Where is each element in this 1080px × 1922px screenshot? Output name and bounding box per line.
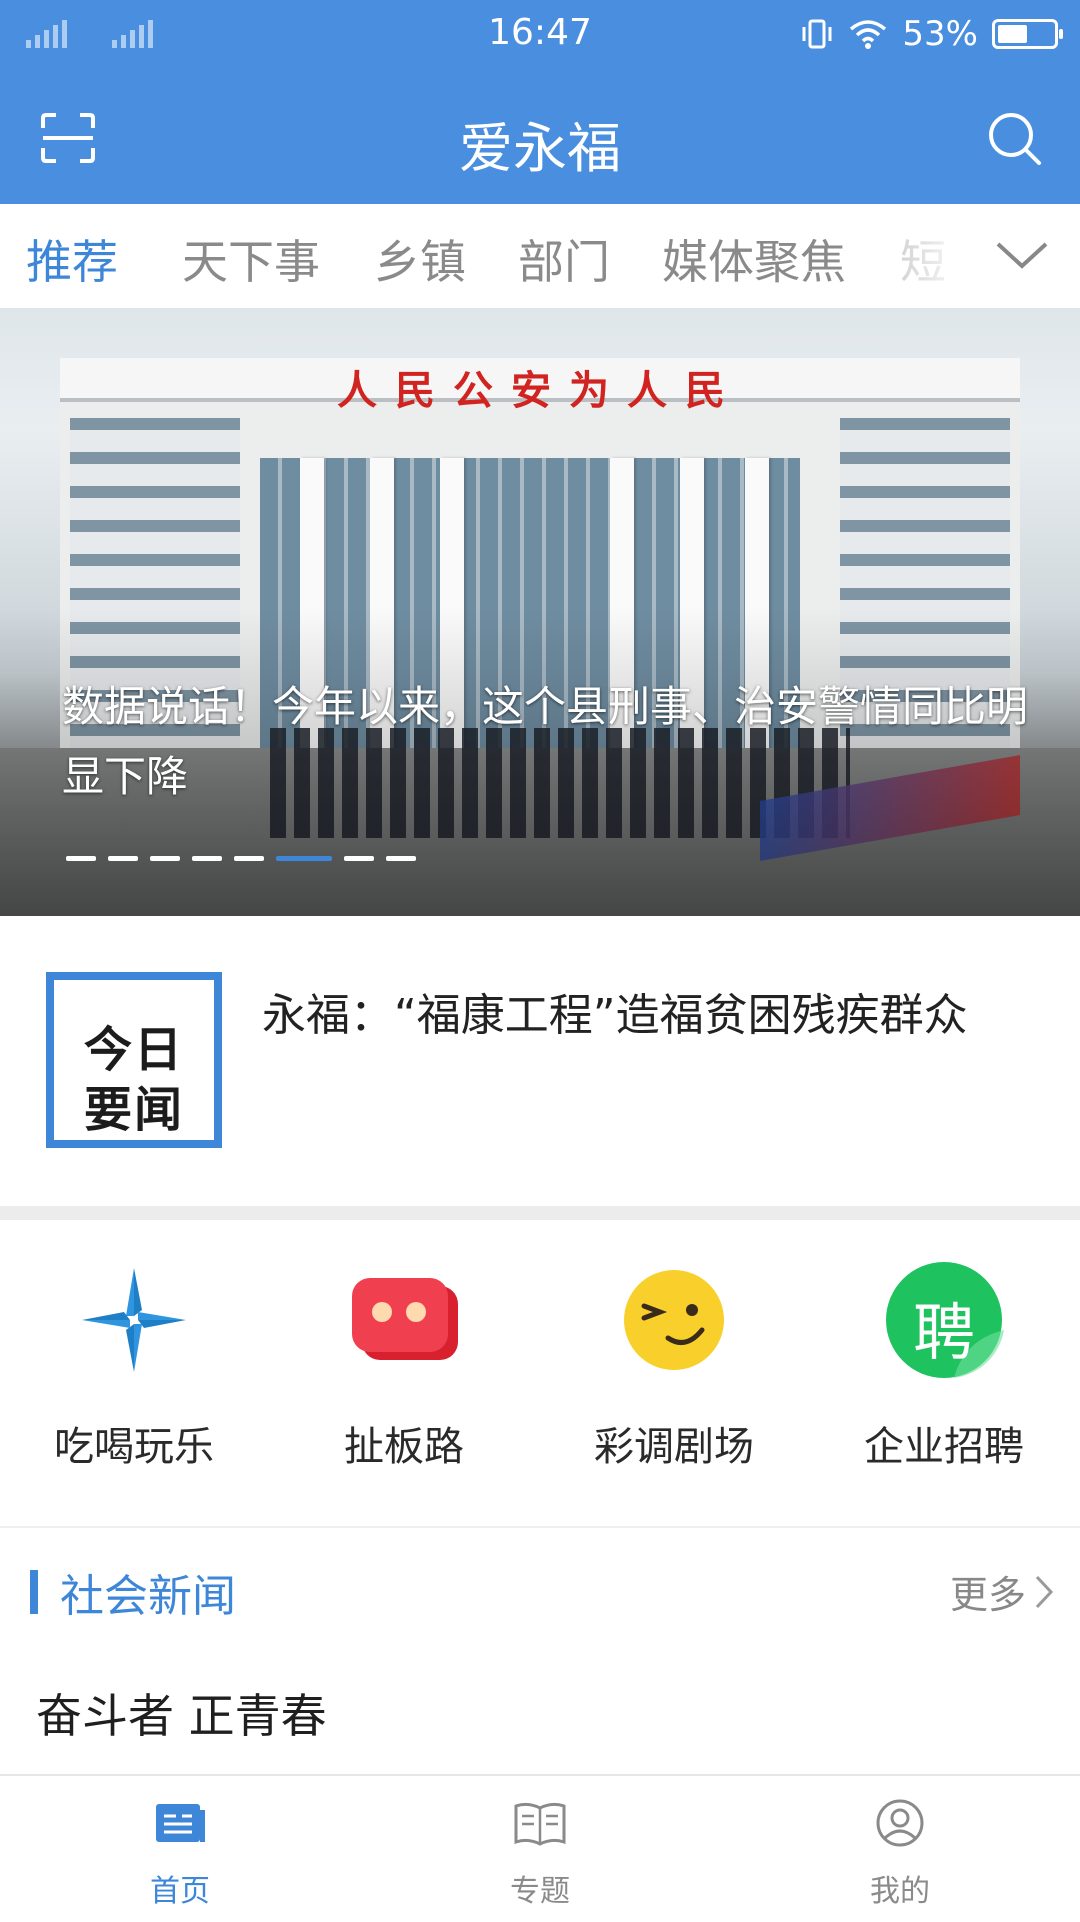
nav-home[interactable]: 首页 xyxy=(80,1798,280,1910)
home-news-icon xyxy=(156,1804,205,1842)
battery-icon xyxy=(992,19,1063,49)
book-icon xyxy=(514,1802,566,1846)
nav-label: 首页 xyxy=(150,1874,210,1909)
carousel-indicator xyxy=(66,856,416,861)
carousel-dot xyxy=(386,856,416,861)
carousel-dot xyxy=(150,856,180,861)
tab-world[interactable]: 天下事 xyxy=(182,226,320,292)
nav-label: 专题 xyxy=(510,1874,570,1909)
shortcut-grid: 吃喝玩乐 扯板路 彩调剧场 聘 企业招聘 xyxy=(0,1220,1080,1526)
nav-topics[interactable]: 专题 xyxy=(440,1798,640,1910)
vibrate-icon xyxy=(802,19,832,49)
shortcut-opera[interactable]: 彩调剧场 xyxy=(574,1260,774,1472)
category-tabs: 推荐 天下事 乡镇 部门 媒体聚焦 短 xyxy=(0,204,1080,308)
headline-card[interactable]: 今日 要闻 永福：“福康工程”造福贫困残疾群众 xyxy=(0,916,1080,1206)
carousel-dot xyxy=(192,856,222,861)
carousel-dot xyxy=(234,856,264,861)
nav-mine[interactable]: 我的 xyxy=(800,1798,1000,1910)
app-bar: 爱永福 xyxy=(0,72,1080,204)
shortcut-label: 企业招聘 xyxy=(864,1424,1024,1470)
wink-face-icon xyxy=(614,1260,734,1380)
chevron-right-icon xyxy=(1035,1575,1054,1608)
today-news-badge: 今日 要闻 xyxy=(46,972,222,1148)
app-title: 爱永福 xyxy=(459,117,621,180)
badge-line-2: 要闻 xyxy=(83,1082,184,1138)
tab-fade xyxy=(880,204,990,308)
shortcut-label: 彩调剧场 xyxy=(594,1424,754,1470)
shortcut-label: 扯板路 xyxy=(344,1424,464,1470)
section-accent-bar xyxy=(30,1570,38,1614)
headline-text[interactable]: 永福：“福康工程”造福贫困残疾群众 xyxy=(262,980,1052,1052)
building-sign: 人民公安为人民 xyxy=(337,368,743,414)
wifi-icon xyxy=(850,20,887,49)
more-link[interactable]: 更多 xyxy=(950,1564,1054,1619)
nav-label: 我的 xyxy=(870,1874,930,1909)
recruit-icon: 聘 xyxy=(884,1260,1004,1380)
carousel-dot xyxy=(344,856,374,861)
shortcut-chat[interactable]: 扯板路 xyxy=(304,1260,504,1472)
tab-recommend[interactable]: 推荐 xyxy=(26,226,118,292)
status-bar: 16:47 53% xyxy=(0,0,1080,72)
chat-bubble-icon xyxy=(344,1260,464,1380)
section-divider xyxy=(0,1206,1080,1220)
tab-media-focus[interactable]: 媒体聚焦 xyxy=(662,226,846,292)
profile-icon xyxy=(876,1799,924,1847)
bottom-nav: 首页 专题 我的 xyxy=(0,1774,1080,1922)
tab-departments[interactable]: 部门 xyxy=(518,226,610,292)
search-icon[interactable] xyxy=(984,108,1044,168)
shortcut-label: 吃喝玩乐 xyxy=(54,1424,214,1470)
more-label: 更多 xyxy=(949,1573,1026,1617)
chevron-down-icon[interactable] xyxy=(994,234,1050,274)
carousel-dot xyxy=(276,856,332,861)
carousel-dot xyxy=(108,856,138,861)
pinwheel-icon xyxy=(74,1260,194,1380)
shortcut-eat-play[interactable]: 吃喝玩乐 xyxy=(34,1260,234,1472)
section-header: 社会新闻 更多 xyxy=(0,1528,1080,1650)
carousel-dot xyxy=(66,856,96,861)
battery-percent: 53% xyxy=(902,14,978,54)
recruit-icon-text: 聘 xyxy=(912,1296,975,1369)
banner-carousel[interactable]: 人民公安为人民 数据说话！今年以来，这个县刑事、治安警情同比明显下降 xyxy=(0,308,1080,916)
shortcut-recruit[interactable]: 聘 企业招聘 xyxy=(844,1260,1044,1472)
banner-caption[interactable]: 数据说话！今年以来，这个县刑事、治安警情同比明显下降 xyxy=(62,672,1042,812)
building-roof: 人民公安为人民 xyxy=(60,358,1020,414)
tab-towns[interactable]: 乡镇 xyxy=(374,226,466,292)
news-item[interactable]: 奋斗者 正青春 xyxy=(36,1680,327,1746)
section-title: 社会新闻 xyxy=(60,1571,236,1622)
